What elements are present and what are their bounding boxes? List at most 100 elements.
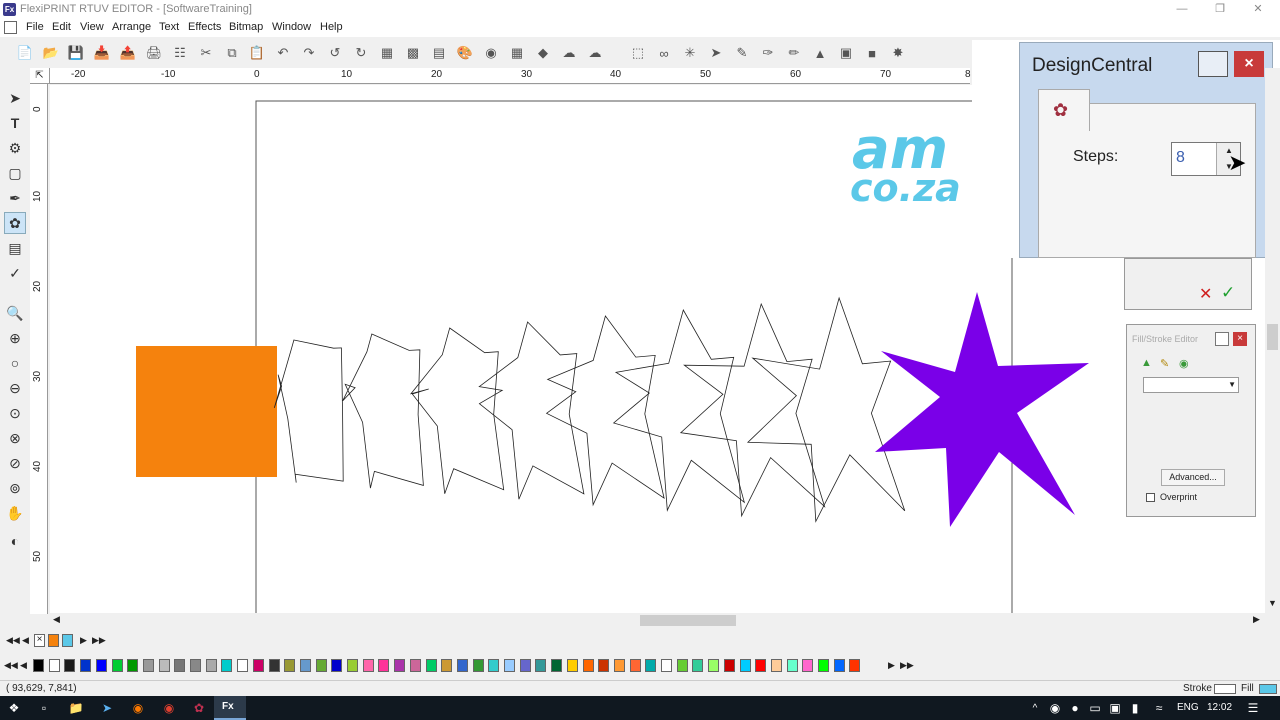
next-icon[interactable]: ▶ — [78, 634, 89, 647]
file-explorer-icon[interactable]: 📁 — [68, 700, 84, 716]
palette-swatch[interactable] — [284, 659, 296, 672]
text-tool-icon[interactable]: T — [4, 112, 26, 134]
arrow-tool-icon[interactable]: ➤ — [706, 43, 726, 63]
palette-swatch[interactable] — [394, 659, 406, 672]
zoom-page-icon[interactable]: ○ — [4, 352, 26, 374]
cursor-app-icon[interactable]: ➤ — [99, 700, 115, 716]
palette-last-icon[interactable]: ▶▶ — [900, 659, 914, 672]
palette-swatch[interactable] — [48, 659, 60, 672]
menu-text[interactable]: Text — [159, 21, 179, 33]
palette-swatch[interactable] — [519, 659, 531, 672]
copy-icon[interactable]: ⧉ — [222, 43, 242, 63]
zoom-fit-icon[interactable]: ⊚ — [4, 477, 26, 499]
palette-swatch[interactable] — [142, 659, 154, 672]
palette-swatch[interactable] — [504, 659, 515, 672]
align-icon[interactable]: ▤ — [429, 43, 449, 63]
cloud-icon[interactable]: ☁ — [559, 43, 579, 63]
blend-tab[interactable]: ✿ — [1038, 89, 1090, 131]
palette-swatch[interactable] — [268, 659, 280, 672]
scroll-down-icon[interactable]: ▼ — [1268, 598, 1277, 608]
color-palette-icon[interactable]: 🎨 — [455, 43, 475, 63]
crop-icon[interactable]: ▣ — [836, 43, 856, 63]
firefox-icon[interactable]: ◉ — [130, 700, 146, 716]
palette-swatch[interactable] — [127, 659, 139, 672]
palette-swatch[interactable] — [80, 659, 92, 672]
menu-view[interactable]: View — [80, 21, 104, 33]
palette-swatch[interactable] — [535, 659, 547, 672]
fill-icon[interactable]: ▲ — [1141, 357, 1152, 369]
palette-swatch[interactable] — [221, 659, 233, 672]
palette-swatch[interactable] — [299, 659, 311, 672]
measure-tool-icon[interactable]: ▤ — [4, 237, 26, 259]
palette-swatch[interactable] — [33, 659, 44, 672]
wifi-icon[interactable]: ≈ — [1151, 700, 1167, 716]
windows-start-icon[interactable]: ❖ — [6, 700, 22, 716]
menu-arrange[interactable]: Arrange — [112, 21, 151, 33]
ruler-origin[interactable]: ⇱ — [30, 68, 50, 84]
designcentral-minimize-button[interactable] — [1198, 51, 1228, 77]
brush-icon[interactable]: ✑ — [758, 43, 778, 63]
marquee-select-icon[interactable]: ⬚ — [628, 43, 648, 63]
palette-swatch[interactable] — [582, 659, 594, 672]
color-picker-icon[interactable]: ◉ — [481, 43, 501, 63]
group-icon[interactable]: ▦ — [377, 43, 397, 63]
designcentral-close-button[interactable]: × — [1234, 51, 1264, 77]
palette-swatch[interactable] — [331, 659, 343, 672]
fill-stroke-tool-icon[interactable]: ◐ — [4, 530, 26, 552]
palette-swatch[interactable] — [708, 659, 720, 672]
pencil-icon[interactable]: ✏ — [784, 43, 804, 63]
palette-swatch[interactable] — [613, 659, 625, 672]
palette-swatch[interactable] — [551, 659, 563, 672]
palette-swatch[interactable] — [158, 659, 170, 672]
blend-tool-icon[interactable]: ✿ — [4, 212, 26, 234]
first-icon[interactable]: ◀◀ — [6, 634, 20, 647]
palette-swatch[interactable] — [315, 659, 327, 672]
orange-rectangle[interactable] — [136, 346, 277, 477]
palette-swatch[interactable] — [739, 659, 751, 672]
cut-icon[interactable]: ✂ — [196, 43, 216, 63]
blend-group[interactable] — [273, 296, 906, 523]
menu-bitmap[interactable]: Bitmap — [229, 21, 263, 33]
select-tool-icon[interactable]: ➤ — [4, 87, 26, 109]
display-icon[interactable]: ▣ — [1107, 700, 1123, 716]
flexi-production-icon[interactable]: ✿ — [191, 700, 207, 716]
shape-tool-icon[interactable]: ⚙ — [4, 137, 26, 159]
redo-list-icon[interactable]: ↻ — [351, 43, 371, 63]
prev-icon[interactable]: ◀ — [20, 634, 31, 647]
palette-prev-icon[interactable]: ◀ — [18, 659, 29, 672]
maximize-button[interactable]: ❐ — [1201, 0, 1239, 19]
palette-swatch[interactable] — [190, 659, 201, 672]
sparkle-icon[interactable]: ✸ — [888, 43, 908, 63]
production-manager-icon[interactable]: ☷ — [170, 43, 190, 63]
palette-swatch[interactable] — [566, 659, 578, 672]
palette-swatch[interactable] — [818, 659, 829, 672]
palette-swatch[interactable] — [723, 659, 735, 672]
palette-swatch[interactable] — [425, 659, 437, 672]
vertical-scrollbar[interactable]: ▼ — [1265, 68, 1280, 613]
import-icon[interactable]: 📥 — [92, 43, 112, 63]
palette-swatch[interactable] — [111, 659, 123, 672]
palette-swatch[interactable] — [378, 659, 390, 672]
microphone-icon[interactable]: ● — [1067, 700, 1083, 716]
scroll-left-icon[interactable]: ◀ — [53, 614, 60, 625]
menu-window[interactable]: Window — [272, 21, 311, 33]
swatch-grid-icon[interactable]: ▦ — [507, 43, 527, 63]
zoom-in-icon[interactable]: ⊕ — [4, 327, 26, 349]
eyedropper-tool-icon[interactable]: ✓ — [4, 262, 26, 284]
stroke-color-icon[interactable]: ◉ — [1179, 357, 1189, 370]
export-icon[interactable]: 📤 — [118, 43, 138, 63]
pen-icon[interactable]: ✎ — [732, 43, 752, 63]
save-icon[interactable]: 💾 — [66, 43, 86, 63]
redo-icon[interactable]: ↷ — [299, 43, 319, 63]
purple-star[interactable] — [875, 292, 1089, 527]
palette-swatch[interactable] — [64, 659, 76, 672]
stamp-icon[interactable]: ■ — [862, 43, 882, 63]
palette-swatch[interactable] — [347, 659, 358, 672]
fill-indicator[interactable] — [1259, 684, 1277, 694]
monitor-icon[interactable]: ▭ — [1087, 700, 1103, 716]
rectangle-tool-icon[interactable]: ▢ — [4, 162, 26, 184]
new-document-icon[interactable]: 📄 — [15, 43, 35, 63]
pen-tool-icon[interactable]: ✒ — [4, 187, 26, 209]
palette-next-icon[interactable]: ▶ — [886, 659, 897, 672]
cancel-icon[interactable]: ✕ — [1199, 284, 1212, 304]
